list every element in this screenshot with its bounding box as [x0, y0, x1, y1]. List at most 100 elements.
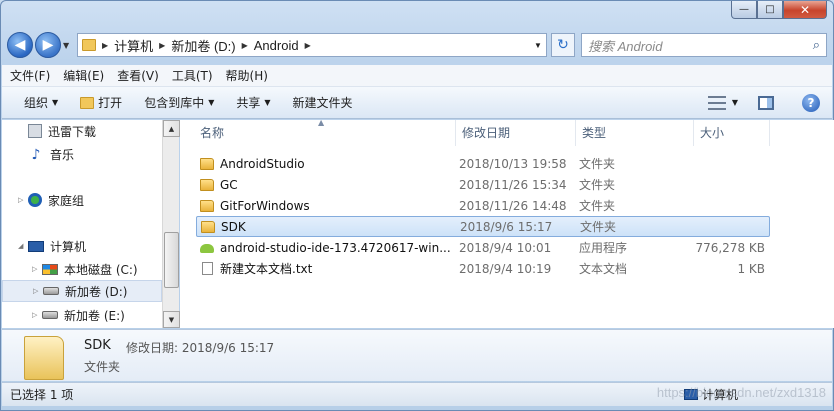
view-options-dropdown-icon[interactable]: ▼	[732, 98, 738, 107]
new-folder-label: 新建文件夹	[292, 96, 353, 110]
nav-item-homegroup[interactable]: ▷ 家庭组	[2, 189, 162, 211]
menu-view[interactable]: 查看(V)	[117, 67, 159, 84]
breadcrumb-arrow-icon[interactable]: ▶	[305, 41, 311, 50]
nav-label: 迅雷下载	[48, 124, 97, 139]
scroll-up-button[interactable]: ▲	[163, 120, 180, 137]
file-row-selected[interactable]: SDK 2018/9/6 15:17 文件夹	[196, 216, 770, 237]
nav-item-xunlei[interactable]: 迅雷下载	[2, 120, 162, 142]
file-row[interactable]: android-studio-ide-173.4720617-win... 20…	[196, 237, 770, 258]
file-row[interactable]: GC 2018/11/26 15:34 文件夹	[196, 174, 770, 195]
nav-item-drive-e[interactable]: ▷ 新加卷 (E:)	[2, 304, 162, 326]
menu-file[interactable]: 文件(F)	[10, 67, 50, 84]
chevron-down-icon: ▼	[208, 98, 215, 107]
android-exe-icon	[200, 244, 214, 253]
folder-icon	[200, 178, 214, 191]
file-size: 776,278 KB	[695, 240, 765, 255]
forward-button[interactable]: ▶	[35, 32, 61, 58]
file-row[interactable]: AndroidStudio 2018/10/13 19:58 文件夹	[196, 153, 770, 174]
column-name[interactable]: 名称	[194, 120, 456, 146]
expand-icon[interactable]: ▷	[32, 311, 42, 319]
selection-count: 已选择 1 项	[10, 388, 74, 402]
nav-label: 家庭组	[48, 193, 85, 208]
organize-button[interactable]: 组织 ▼	[24, 94, 58, 111]
nav-item-music[interactable]: ♪ 音乐	[2, 143, 162, 165]
expand-icon[interactable]: ▷	[32, 265, 42, 273]
preview-pane-icon[interactable]	[758, 95, 774, 110]
file-type: 文件夹	[579, 157, 616, 171]
open-label: 打开	[98, 96, 123, 110]
open-button[interactable]: 打开	[80, 94, 122, 111]
details-modified: 修改日期: 2018/9/6 15:17	[126, 339, 274, 356]
help-icon[interactable]: ?	[802, 93, 820, 112]
collapse-icon[interactable]: ◢	[18, 242, 28, 250]
back-button[interactable]: ◀	[7, 32, 33, 58]
menu-edit[interactable]: 编辑(E)	[63, 67, 104, 84]
details-name: SDK	[84, 338, 111, 353]
file-list: ▲ 名称 修改日期 类型 大小 AndroidStudio 2018/10/13…	[180, 118, 834, 328]
maximize-button[interactable]: □	[757, 1, 783, 19]
windows-drive-icon	[42, 263, 58, 275]
column-header: ▲ 名称 修改日期 类型 大小	[180, 118, 834, 146]
include-label: 包含到库中	[144, 96, 205, 110]
nav-item-drive-c[interactable]: ▷ 本地磁盘 (C:)	[2, 258, 162, 280]
address-dropdown-icon[interactable]: ▼	[530, 41, 546, 50]
address-row: ◀ ▶ ▼ ▶ 计算机 ▶ 新加卷 (D:) ▶ Android ▶ ▼ ↻ 搜…	[7, 31, 827, 59]
share-button[interactable]: 共享 ▼	[236, 94, 270, 111]
file-date: 2018/9/6 15:17	[460, 219, 553, 234]
nav-item-drive-d[interactable]: ▷ 新加卷 (D:)	[2, 280, 162, 302]
command-bar: 组织 ▼ 打开 包含到库中 ▼ 共享 ▼ 新建文件夹 ▼ ?	[2, 87, 832, 119]
file-name: GC	[220, 177, 238, 192]
nav-label: 音乐	[50, 147, 75, 162]
file-date: 2018/9/4 10:19	[459, 261, 552, 276]
explorer-window: — □ ✕ ◀ ▶ ▼ ▶ 计算机 ▶ 新加卷 (D:) ▶ Android ▶…	[0, 0, 834, 411]
breadcrumb-arrow-icon[interactable]: ▶	[159, 41, 165, 50]
include-in-library-button[interactable]: 包含到库中 ▼	[144, 94, 214, 111]
breadcrumb-computer[interactable]: 计算机	[114, 36, 153, 55]
menu-help[interactable]: 帮助(H)	[226, 67, 268, 84]
breadcrumb-arrow-icon[interactable]: ▶	[242, 41, 248, 50]
file-row[interactable]: 新建文本文档.txt 2018/9/4 10:19 文本文档 1 KB	[196, 258, 770, 279]
column-date[interactable]: 修改日期	[456, 120, 576, 146]
search-input[interactable]: 搜索 Android ⌕	[581, 33, 827, 57]
minimize-button[interactable]: —	[731, 1, 757, 19]
scrollbar-thumb[interactable]	[164, 232, 179, 288]
scroll-down-button[interactable]: ▼	[163, 311, 180, 328]
column-size[interactable]: 大小	[694, 120, 770, 146]
refresh-button[interactable]: ↻	[551, 33, 575, 57]
computer-icon	[28, 240, 44, 252]
change-view-icon[interactable]	[707, 95, 726, 110]
file-date: 2018/10/13 19:58	[459, 156, 567, 171]
file-row[interactable]: GitForWindows 2018/11/26 14:48 文件夹	[196, 195, 770, 216]
search-icon[interactable]: ⌕	[813, 37, 820, 53]
caption-buttons: — □ ✕	[731, 1, 827, 19]
homegroup-icon	[28, 193, 42, 207]
file-name: AndroidStudio	[220, 156, 305, 171]
folder-icon	[201, 220, 215, 233]
drive-icon	[43, 287, 59, 295]
expand-icon[interactable]: ▷	[18, 196, 28, 204]
nav-item-computer[interactable]: ◢ 计算机	[2, 235, 162, 257]
address-bar[interactable]: ▶ 计算机 ▶ 新加卷 (D:) ▶ Android ▶ ▼	[77, 33, 547, 57]
breadcrumb-arrow-icon[interactable]: ▶	[102, 41, 108, 50]
file-date: 2018/9/4 10:01	[459, 240, 552, 255]
file-name: SDK	[221, 219, 246, 234]
file-type: 文件夹	[579, 178, 616, 192]
menu-tools[interactable]: 工具(T)	[172, 67, 213, 84]
breadcrumb-drive-d[interactable]: 新加卷 (D:)	[171, 36, 235, 55]
recent-pages-dropdown[interactable]: ▼	[63, 41, 73, 50]
file-type: 文本文档	[579, 262, 628, 276]
organize-label: 组织	[24, 96, 49, 110]
chevron-down-icon: ▼	[52, 98, 59, 107]
breadcrumb-android[interactable]: Android	[254, 38, 299, 53]
navigation-scrollbar[interactable]: ▲ ▼	[162, 120, 180, 328]
file-name: 新建文本文档.txt	[220, 262, 313, 276]
nav-label: 计算机	[50, 239, 87, 254]
share-label: 共享	[236, 96, 261, 110]
text-file-icon	[202, 262, 213, 275]
file-name: GitForWindows	[220, 198, 310, 213]
close-button[interactable]: ✕	[783, 1, 827, 19]
column-type[interactable]: 类型	[576, 120, 694, 146]
expand-icon[interactable]: ▷	[33, 287, 43, 295]
new-folder-button[interactable]: 新建文件夹	[293, 94, 353, 111]
chevron-down-icon: ▼	[264, 98, 271, 107]
